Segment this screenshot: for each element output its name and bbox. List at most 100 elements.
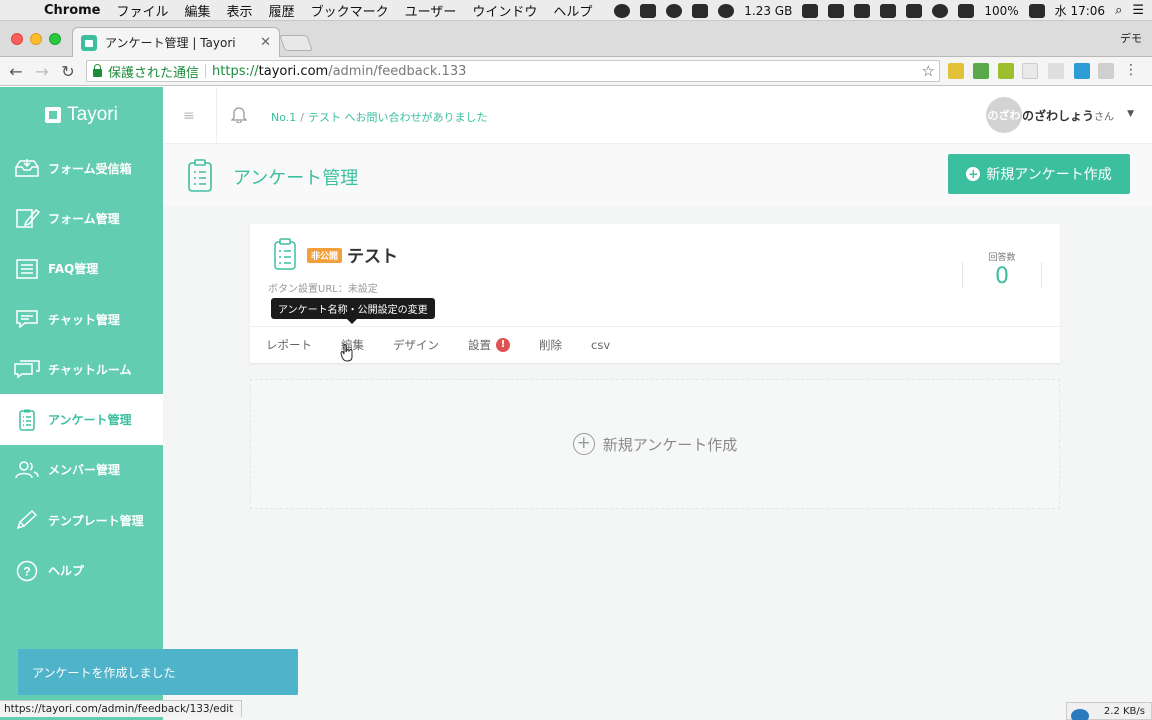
user-suffix: さん (1094, 112, 1114, 123)
tab-install[interactable]: 設置! (468, 337, 510, 353)
url-scheme: https:// (212, 63, 259, 79)
menu-help[interactable]: ヘルプ (545, 1, 600, 20)
tray-cloud-icon[interactable] (692, 3, 709, 18)
dropbox-icon[interactable] (880, 3, 897, 18)
status-bar-url: https://tayori.com/admin/feedback/133/ed… (0, 700, 243, 717)
menu-edit[interactable]: 編集 (177, 1, 219, 20)
sidebar-item-form-manage[interactable]: フォーム管理 (0, 193, 163, 243)
survey-icon (14, 409, 40, 431)
sidebar-item-label: チャット管理 (48, 312, 120, 327)
tab-report[interactable]: レポート (266, 337, 312, 353)
tray-tree-icon[interactable] (854, 3, 871, 18)
user-menu[interactable]: のざわしょうさん (1022, 107, 1114, 124)
sidebar-item-chatroom[interactable]: チャットルーム (0, 344, 163, 394)
battery-icon[interactable] (1028, 3, 1045, 18)
extension-notes-icon[interactable] (948, 63, 964, 79)
notification-center-icon[interactable]: ☰ (1132, 3, 1144, 18)
sidebar-item-label: フォーム管理 (48, 211, 120, 226)
reload-icon[interactable]: ↻ (58, 62, 78, 81)
user-menu-caret-icon[interactable]: ▼ (1127, 109, 1134, 119)
sidebar-item-templates[interactable]: テンプレート管理 (0, 495, 163, 545)
menu-history[interactable]: 履歴 (261, 1, 303, 20)
sidebar-item-members[interactable]: メンバー管理 (0, 445, 163, 495)
status-badge: 非公開 (307, 248, 343, 263)
hamburger-menu-icon[interactable]: ≡ (183, 108, 195, 124)
forward-arrow-icon[interactable]: → (32, 62, 52, 81)
browser-toolbar: ← → ↻ 保護された通信 https:// tayori.com /admin… (0, 57, 1152, 86)
sidebar: Tayori フォーム受信箱 フォーム管理 FAQ管理 チャット管理 チャットル… (0, 87, 163, 720)
spotlight-icon[interactable]: ⌕ (1115, 3, 1122, 18)
notification-text: テスト へお問い合わせがありました (307, 111, 488, 124)
page-header: アンケート管理 + 新規アンケート作成 (163, 144, 1152, 206)
sidebar-item-survey[interactable]: アンケート管理 (0, 394, 163, 445)
tayori-logo[interactable]: Tayori (0, 87, 163, 143)
toast-notification[interactable]: アンケートを作成しました (18, 649, 298, 695)
omnibox-divider (205, 64, 207, 78)
menu-window[interactable]: ウインドウ (464, 1, 545, 20)
extension-calendar-icon[interactable] (1022, 63, 1038, 79)
page-title: アンケート管理 (233, 168, 359, 189)
tray-play-icon[interactable] (666, 3, 683, 18)
sidebar-item-label: フォーム受信箱 (48, 161, 132, 176)
inbox-icon (14, 157, 40, 179)
close-window-button[interactable] (11, 33, 23, 45)
address-bar[interactable]: 保護された通信 https:// tayori.com /admin/feedb… (86, 60, 940, 82)
responses-count: 0 (995, 264, 1009, 289)
hand-cursor-icon (340, 344, 354, 366)
tab-delete[interactable]: 削除 (539, 337, 562, 353)
bell-icon[interactable] (230, 105, 248, 127)
menu-user[interactable]: ユーザー (397, 1, 465, 20)
notification-link[interactable]: No.1/テスト へお問い合わせがありました (271, 109, 487, 125)
bookmark-star-icon[interactable]: ☆ (922, 62, 935, 80)
menu-file[interactable]: ファイル (109, 1, 177, 20)
extension-translate-icon[interactable] (1074, 63, 1090, 79)
sidebar-item-label: ヘルプ (48, 564, 85, 579)
tray-clipboard-icon[interactable] (828, 3, 845, 18)
sidebar-item-form-inbox[interactable]: フォーム受信箱 (0, 143, 163, 193)
tray-app-icon[interactable] (614, 3, 631, 18)
browser-menu-icon[interactable]: ⋮ (1124, 62, 1138, 78)
back-arrow-icon[interactable]: ← (6, 62, 26, 81)
browser-tab-active[interactable]: アンケート管理 | Tayori ✕ (72, 27, 280, 57)
tray-display-icon[interactable] (640, 3, 657, 18)
notification-number: No.1 (271, 111, 297, 124)
tab-close-icon[interactable]: ✕ (260, 35, 271, 50)
menu-bookmarks[interactable]: ブックマーク (303, 1, 397, 20)
macos-menubar: Chrome ファイル 編集 表示 履歴 ブックマーク ユーザー ウインドウ ヘ… (0, 0, 1152, 21)
svg-text:?: ? (23, 564, 30, 578)
members-icon (14, 459, 40, 481)
sidebar-item-faq[interactable]: FAQ管理 (0, 244, 163, 294)
extension-evernote-icon[interactable] (998, 63, 1014, 79)
new-tab-button[interactable] (279, 35, 313, 51)
zoom-window-button[interactable] (49, 33, 61, 45)
tray-helper-icon[interactable] (906, 3, 923, 18)
sidebar-item-help[interactable]: ? ヘルプ (0, 545, 163, 595)
add-survey-placeholder[interactable]: + 新規アンケート作成 (250, 379, 1060, 509)
profile-name[interactable]: デモ (1120, 30, 1142, 46)
new-survey-button[interactable]: + 新規アンケート作成 (948, 154, 1130, 194)
minimize-window-button[interactable] (30, 33, 42, 45)
extension-sync-icon[interactable] (1048, 63, 1064, 79)
menu-view[interactable]: 表示 (219, 1, 261, 20)
survey-clipboard-icon (272, 238, 298, 276)
url-host: tayori.com (258, 63, 329, 79)
menu-app-name[interactable]: Chrome (36, 3, 109, 18)
battery-percent: 100% (984, 3, 1019, 18)
sidebar-item-label: メンバー管理 (48, 463, 121, 478)
memory-readout: 1.23 GB (744, 3, 793, 18)
menubar-clock[interactable]: 水 17:06 (1055, 2, 1105, 19)
tab-csv[interactable]: csv (591, 338, 610, 352)
help-icon: ? (14, 560, 40, 582)
extension-recycle-icon[interactable] (1098, 63, 1114, 79)
sidebar-item-label: アンケート管理 (48, 413, 132, 428)
bluetooth-icon[interactable] (932, 3, 949, 18)
survey-title[interactable]: テスト (347, 242, 398, 267)
tab-design[interactable]: デザイン (393, 337, 439, 353)
sidebar-item-chat[interactable]: チャット管理 (0, 294, 163, 344)
main-content: アンケート管理 + 新規アンケート作成 非公開 テスト ボタン設置URL：未設定… (163, 144, 1152, 720)
extension-eyedropper-icon[interactable] (973, 63, 989, 79)
avatar[interactable]: のざわ (986, 97, 1022, 133)
wifi-icon[interactable] (958, 3, 975, 18)
tray-shortcut-icon[interactable] (802, 3, 819, 18)
user-name: のざわしょう (1021, 109, 1094, 123)
